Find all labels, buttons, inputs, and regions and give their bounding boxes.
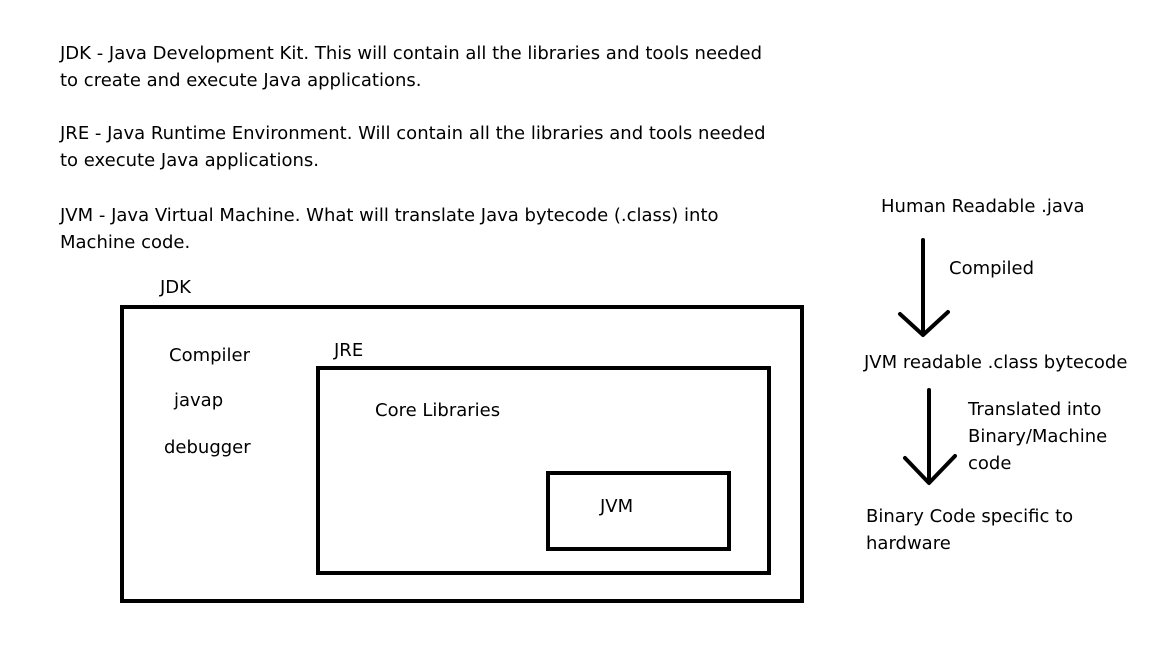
jvm-definition-line-1: JVM - Java Virtual Machine. What will tr… bbox=[60, 205, 719, 226]
jdk-definition-line-2: to create and execute Java applications. bbox=[60, 70, 422, 91]
core-libraries-label: Core Libraries bbox=[375, 400, 501, 421]
compiled-label: Compiled bbox=[949, 258, 1035, 279]
jvm-label: JVM bbox=[600, 496, 634, 517]
jdk-definition-line-1: JDK - Java Development Kit. This will co… bbox=[60, 43, 763, 64]
jre-definition-line-1: JRE - Java Runtime Environment. Will con… bbox=[60, 123, 766, 144]
binary-output-line-1: Binary Code specific to bbox=[866, 506, 1074, 527]
jvm-definition-line-2: Machine code. bbox=[60, 232, 191, 253]
diagram-canvas: JDK - Java Development Kit. This will co… bbox=[0, 0, 1152, 648]
javap-label: javap bbox=[174, 390, 224, 411]
jvm-box bbox=[546, 471, 731, 551]
jre-label: JRE bbox=[334, 340, 364, 361]
translated-label-line-1: Translated into bbox=[968, 399, 1102, 420]
debugger-label: debugger bbox=[164, 437, 251, 458]
jdk-label: JDK bbox=[160, 277, 191, 298]
jre-definition-line-2: to execute Java applications. bbox=[60, 150, 320, 171]
bytecode-label: JVM readable .class bytecode bbox=[864, 352, 1128, 373]
source-file-label: Human Readable .java bbox=[881, 196, 1085, 217]
translated-label-line-2: Binary/Machine bbox=[968, 426, 1108, 447]
compiler-label: Compiler bbox=[169, 345, 251, 366]
translated-label-line-3: code bbox=[968, 453, 1012, 474]
compile-arrow-icon bbox=[898, 238, 950, 337]
translate-arrow-icon bbox=[903, 388, 957, 485]
binary-output-line-2: hardware bbox=[866, 533, 951, 554]
